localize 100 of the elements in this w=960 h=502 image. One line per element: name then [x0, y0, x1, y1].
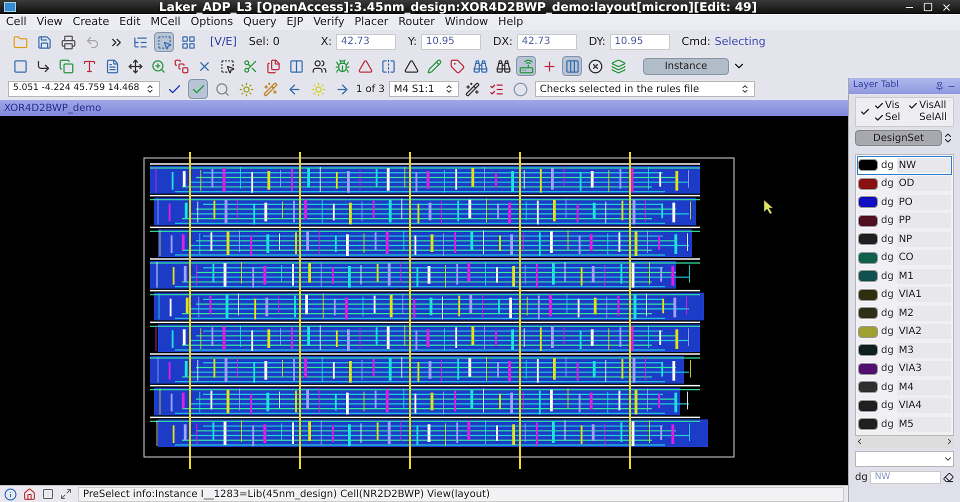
- menu-item[interactable]: Window: [444, 15, 488, 29]
- toggle-checkbox[interactable]: VisAll: [908, 100, 947, 112]
- menu-item[interactable]: View: [36, 15, 63, 29]
- toggle-checkbox[interactable]: Sel: [874, 112, 900, 124]
- layer-name: M3: [896, 342, 951, 358]
- layer-row[interactable]: dg VIA3: [858, 360, 951, 377]
- coordinate-field[interactable]: 42.73: [336, 34, 396, 50]
- app-icon: [4, 2, 16, 12]
- menu-item[interactable]: Create: [72, 15, 110, 29]
- layer-purpose: dg: [881, 177, 894, 192]
- layer-name: CO: [896, 250, 951, 266]
- layer-purpose: dg: [881, 196, 894, 210]
- menu-item[interactable]: Router: [398, 15, 435, 29]
- box-icon[interactable]: [42, 488, 54, 500]
- menu-item[interactable]: Help: [498, 15, 524, 29]
- toggle-checkbox[interactable]: Vis: [874, 100, 900, 112]
- menu-item[interactable]: Placer: [354, 15, 388, 29]
- spinner-icon[interactable]: [740, 84, 750, 94]
- window-title: Laker_ADP_L3 [OpenAccess]:3.45nm_design:XOR4D2BWP_demo:layout[micron][Edit: 49]: [158, 0, 758, 14]
- menu-item[interactable]: Cell: [6, 15, 27, 29]
- layer-purpose: dg: [881, 251, 894, 266]
- spinner-icon[interactable]: [942, 132, 954, 144]
- coordinate-field[interactable]: 42.73: [516, 34, 577, 50]
- layer-name: PP: [896, 213, 951, 228]
- layer-row[interactable]: dg M5: [858, 416, 951, 432]
- menu-item[interactable]: Query: [243, 15, 276, 29]
- layer-name: M5: [896, 416, 951, 432]
- coordinate-label: Y:: [408, 34, 417, 50]
- menu-item[interactable]: MCell: [150, 15, 181, 29]
- layer-name: VIA3: [896, 361, 951, 376]
- eraser-icon[interactable]: [943, 472, 954, 482]
- layer-name: NP: [896, 232, 951, 247]
- layer-purpose: dg: [881, 325, 894, 340]
- layer-row[interactable]: dg PO: [858, 194, 951, 210]
- layer-name: M2: [896, 306, 951, 321]
- rules-select[interactable]: Checks selected in the rules file: [534, 81, 755, 97]
- layer-purpose: dg: [881, 380, 894, 395]
- design-set-button[interactable]: DesignSet: [855, 130, 942, 146]
- menu-item[interactable]: Verify: [313, 15, 345, 29]
- mode-label: [V/E]: [210, 34, 237, 50]
- coordinate-label: DX:: [492, 34, 513, 50]
- columns-icon[interactable]: [562, 56, 582, 76]
- layer-row[interactable]: dg VIA2: [858, 324, 951, 340]
- close-icon[interactable]: [941, 2, 952, 12]
- page-indicator: 1 of 3: [356, 82, 385, 96]
- layer-purpose: dg: [881, 270, 894, 284]
- toggle-checkbox[interactable]: SelAll: [908, 112, 947, 124]
- layer-row[interactable]: dg VIA1: [858, 286, 951, 303]
- scroll-left-icon[interactable]: [855, 437, 864, 446]
- current-purpose: dg: [855, 470, 868, 484]
- layer-name: OD: [896, 176, 951, 192]
- expand-icon[interactable]: [60, 488, 72, 500]
- home-icon[interactable]: [23, 488, 36, 500]
- layer-purpose: dg: [881, 232, 894, 247]
- layer-scale-select[interactable]: M4 S1:1: [388, 81, 459, 97]
- layer-purpose: dg: [881, 418, 894, 432]
- layer-row[interactable]: dg OD: [858, 176, 951, 192]
- pin-icon[interactable]: [935, 82, 944, 90]
- all-checkbox[interactable]: [860, 107, 870, 117]
- command-label: Cmd:: [682, 34, 711, 50]
- menu-item[interactable]: Edit: [119, 15, 141, 29]
- status-message: PreSelect info:Instance I__1283=Lib(45nm_design) Cell(NR2D2BWP) View(layout): [78, 486, 844, 502]
- panel-title: Layer Tabl: [853, 79, 900, 92]
- layer-purpose: dg: [881, 288, 894, 302]
- layer-name: VIA4: [896, 398, 951, 414]
- layer-row[interactable]: dg NW: [858, 157, 951, 174]
- layer-row[interactable]: dg PP: [858, 212, 951, 229]
- scroll-right-icon[interactable]: [945, 437, 954, 446]
- view-coordinates-select[interactable]: 5.051 -4.224 45.759 14.468: [8, 81, 160, 97]
- cursor-icon: [764, 200, 774, 214]
- layout-canvas[interactable]: [0, 116, 848, 485]
- layer-purpose: dg: [881, 158, 894, 173]
- coordinate-label: X:: [320, 34, 332, 50]
- spinner-icon[interactable]: [444, 84, 454, 94]
- layer-purpose: dg: [881, 344, 894, 358]
- layer-purpose: dg: [881, 214, 894, 228]
- menu-item[interactable]: Options: [190, 15, 234, 29]
- layer-name: M1: [896, 268, 951, 284]
- layer-row[interactable]: dg VIA4: [858, 398, 951, 414]
- layer-row[interactable]: dg M1: [858, 268, 951, 284]
- layer-purpose: dg: [881, 399, 894, 414]
- layer-name: NW: [896, 158, 951, 173]
- coordinate-field[interactable]: 10.95: [610, 34, 670, 50]
- layer-row[interactable]: dg CO: [858, 250, 951, 266]
- command-status: Selecting: [714, 34, 766, 50]
- info-icon[interactable]: [4, 488, 17, 500]
- instance-button[interactable]: Instance: [643, 58, 729, 74]
- layer-name: PO: [896, 194, 951, 210]
- coordinate-field[interactable]: 10.95: [420, 34, 481, 50]
- layer-row[interactable]: dg NP: [858, 231, 951, 248]
- maximize-icon[interactable]: [923, 2, 933, 12]
- layer-row[interactable]: dg M2: [858, 305, 951, 322]
- layer-row[interactable]: dg M4: [858, 379, 951, 396]
- menu-item[interactable]: EJP: [286, 15, 304, 29]
- layer-name: VIA1: [896, 287, 951, 302]
- layer-row[interactable]: dg M3: [858, 342, 951, 358]
- spinner-icon[interactable]: [145, 84, 155, 94]
- layer-name: M4: [896, 380, 951, 395]
- coordinate-label: DY:: [588, 34, 606, 50]
- verify-icon[interactable]: [188, 79, 208, 99]
